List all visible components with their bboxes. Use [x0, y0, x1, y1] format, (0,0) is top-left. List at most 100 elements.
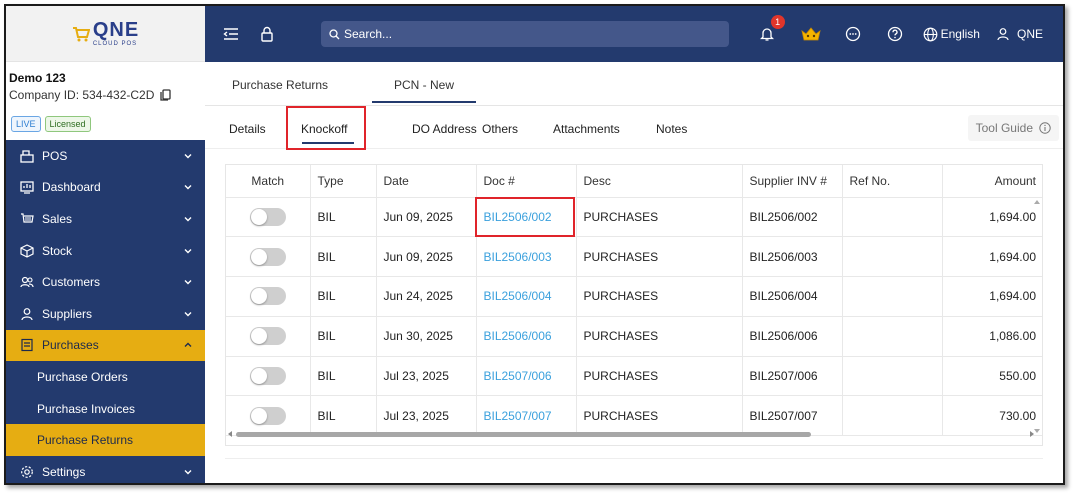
date-cell: Jun 09, 2025 [376, 197, 477, 238]
doc-cell: BIL2506/004 [476, 276, 577, 317]
sidebar-item-customers[interactable]: Customers [6, 266, 205, 298]
type-cell: BIL [310, 197, 377, 238]
doc-link[interactable]: BIL2506/006 [484, 329, 552, 343]
user-menu[interactable]: QNE [996, 27, 1043, 41]
sidebar-item-label: Stock [42, 243, 73, 258]
doc-cell: BIL2506/006 [476, 316, 577, 357]
sidebar-item-settings[interactable]: Settings [6, 456, 205, 483]
match-toggle[interactable] [249, 247, 286, 266]
sidebar-item-label: Purchases [42, 338, 99, 353]
col-header-type[interactable]: Type [310, 165, 377, 198]
desc-cell: PURCHASES [576, 276, 743, 317]
lock-icon[interactable] [257, 24, 277, 44]
table-row: BIL Jun 09, 2025 BIL2506/002 PURCHASES B… [226, 197, 1042, 238]
type-cell: BIL [310, 236, 377, 278]
knockoff-table: Match Type Date Doc # Desc Supplier INV … [226, 165, 1042, 437]
col-header-desc[interactable]: Desc [576, 165, 743, 198]
match-toggle[interactable] [249, 327, 286, 346]
pos-icon [19, 148, 35, 164]
tool-guide-button[interactable]: Tool Guide [967, 115, 1059, 141]
tab-notes[interactable]: Notes [656, 122, 687, 136]
chevron-down-icon [184, 280, 192, 285]
ref-cell [842, 276, 943, 317]
match-toggle[interactable] [249, 287, 286, 306]
desc-cell: PURCHASES [576, 197, 743, 238]
search-placeholder: Search... [344, 27, 393, 41]
copy-icon[interactable] [160, 89, 172, 101]
sidebar-item-dashboard[interactable]: Dashboard [6, 172, 205, 204]
match-toggle[interactable] [249, 406, 286, 425]
chat-icon[interactable] [843, 24, 863, 44]
tool-guide-label: Tool Guide [975, 121, 1033, 135]
language-selector[interactable]: English [923, 27, 980, 42]
amount-cell: 1,694.00 [942, 197, 1042, 238]
chevron-down-icon [184, 216, 192, 222]
search-bar[interactable]: Search... [321, 21, 729, 47]
company-id-text: Company ID: 534-432-C2D [9, 88, 155, 102]
tab-others[interactable]: Others [482, 122, 518, 136]
sidebar-subitem-purchase-invoices[interactable]: Purchase Invoices [6, 393, 205, 425]
sidebar-item-label: Suppliers [42, 306, 93, 321]
amount-cell: 1,694.00 [942, 236, 1042, 278]
chevron-up-icon [184, 342, 192, 348]
cart-icon [72, 26, 90, 41]
scroll-up-icon[interactable] [1034, 199, 1040, 204]
doc-link[interactable]: BIL2506/003 [484, 250, 552, 264]
company-name: Demo 123 [9, 71, 66, 85]
doc-link[interactable]: BIL2507/007 [484, 409, 552, 423]
user-icon [997, 28, 1009, 41]
chevron-down-icon [184, 469, 192, 475]
sidebar-item-stock[interactable]: Stock [6, 235, 205, 267]
qne-logo: QNE CLOUD POS [72, 20, 139, 47]
col-header-ref[interactable]: Ref No. [842, 165, 943, 198]
knockoff-highlight-box [286, 106, 366, 150]
tab-pcn-new[interactable]: PCN - New [372, 78, 477, 103]
doc-link[interactable]: BIL2506/004 [484, 289, 552, 303]
horizontal-scroll-thumb[interactable] [236, 432, 811, 437]
knockoff-grid: Match Type Date Doc # Desc Supplier INV … [225, 164, 1043, 446]
desc-cell: PURCHASES [576, 236, 743, 278]
logo-area[interactable]: QNE CLOUD POS [6, 6, 205, 62]
sidebar-item-purchases[interactable]: Purchases [6, 329, 205, 362]
match-toggle[interactable] [249, 207, 286, 226]
menu-collapse-icon[interactable] [221, 24, 241, 44]
logo-main-text: QNE [92, 19, 140, 41]
sidebar-subitem-purchase-returns[interactable]: Purchase Returns [6, 424, 205, 456]
horizontal-scrollbar[interactable] [226, 429, 1042, 439]
scroll-down-icon[interactable] [1034, 429, 1040, 434]
col-header-doc[interactable]: Doc # [476, 165, 577, 198]
doc-link[interactable]: BIL2506/002 [484, 210, 552, 224]
sidebar-item-label: Settings [42, 464, 86, 479]
notification-bell-icon[interactable]: 1 [757, 15, 785, 44]
col-header-supplier-inv[interactable]: Supplier INV # [742, 165, 843, 198]
crown-mascot-icon[interactable] [799, 24, 823, 44]
table-header-row: Match Type Date Doc # Desc Supplier INV … [226, 165, 1042, 198]
sidebar-item-sales[interactable]: Sales [6, 203, 205, 235]
tab-details[interactable]: Details [229, 122, 266, 136]
tab-do-address[interactable]: DO Address [412, 122, 477, 136]
desc-cell: PURCHASES [576, 356, 743, 397]
sidebar-item-label: Customers [42, 275, 101, 290]
col-header-date[interactable]: Date [376, 165, 477, 198]
type-cell: BIL [310, 316, 377, 357]
scroll-left-icon[interactable] [228, 431, 233, 437]
chevron-down-icon [184, 311, 192, 317]
tab-attachments[interactable]: Attachments [553, 122, 620, 136]
info-icon [1039, 122, 1051, 134]
tab-purchase-returns[interactable]: Purchase Returns [232, 78, 328, 92]
desc-cell: PURCHASES [576, 316, 743, 357]
table-row: BIL Jun 09, 2025 BIL2506/003 PURCHASES B… [226, 236, 1042, 278]
sidebar-item-pos[interactable]: POS [6, 140, 205, 172]
sidebar-item-label: Dashboard [42, 180, 101, 195]
match-toggle[interactable] [249, 367, 286, 386]
date-cell: Jun 30, 2025 [376, 316, 477, 357]
help-icon[interactable] [885, 24, 905, 44]
sidebar-item-suppliers[interactable]: Suppliers [6, 298, 205, 330]
doc-link[interactable]: BIL2507/006 [484, 369, 552, 383]
ref-cell [842, 236, 943, 278]
table-row: BIL Jul 23, 2025 BIL2507/006 PURCHASES B… [226, 356, 1042, 397]
table-row: BIL Jun 30, 2025 BIL2506/006 PURCHASES B… [226, 316, 1042, 357]
col-header-amount[interactable]: Amount [942, 165, 1042, 198]
col-header-match[interactable]: Match [226, 165, 311, 198]
sidebar-subitem-purchase-orders[interactable]: Purchase Orders [6, 361, 205, 393]
